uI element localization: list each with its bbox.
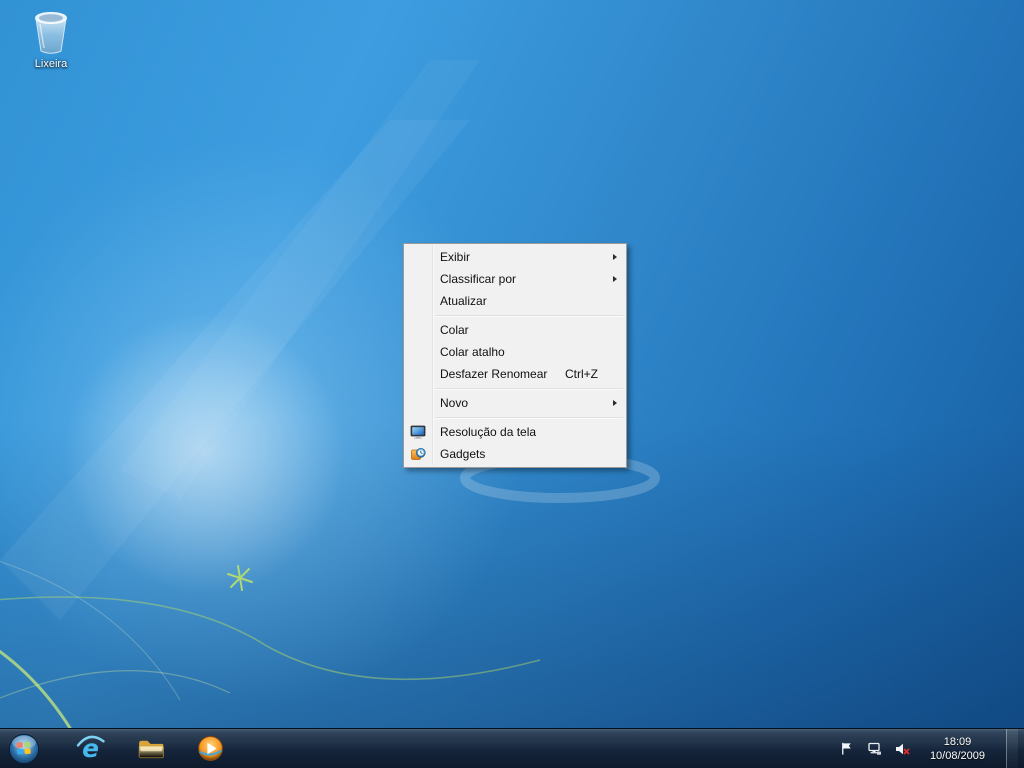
internet-explorer-button[interactable]: e (60, 729, 120, 768)
display-resolution-icon (410, 424, 426, 440)
menu-item-label: Atualizar (440, 294, 487, 308)
desktop[interactable]: Lixeira Exibir Classificar por Atualizar… (0, 0, 1024, 768)
windows-explorer-icon (138, 740, 164, 759)
menu-item-label: Gadgets (440, 447, 486, 461)
submenu-arrow-icon (613, 254, 617, 260)
media-player-icon (197, 736, 223, 761)
menu-item-label: Colar atalho (440, 345, 505, 359)
menu-item-atualizar[interactable]: Atualizar (404, 290, 626, 312)
menu-item-colar[interactable]: Colar (404, 319, 626, 341)
menu-item-label: Novo (440, 396, 469, 410)
internet-explorer-icon: e (76, 734, 105, 763)
menu-separator (435, 388, 623, 389)
recycle-bin-glyph-icon (35, 12, 67, 54)
gadgets-icon (410, 446, 426, 462)
system-tray: 18:09 10/08/2009 (838, 728, 1024, 768)
recycle-bin-label: Lixeira (34, 58, 68, 70)
menu-item-label: Classificar por (440, 272, 517, 286)
menu-item-exibir[interactable]: Exibir (404, 246, 626, 268)
clock-date: 10/08/2009 (929, 749, 985, 762)
menu-separator (435, 417, 623, 418)
menu-item-label: Exibir (440, 250, 471, 264)
submenu-arrow-icon (613, 400, 617, 406)
start-button[interactable] (0, 729, 48, 768)
show-desktop-button[interactable] (1006, 728, 1018, 768)
menu-separator (435, 315, 623, 316)
submenu-arrow-icon (613, 276, 617, 282)
start-orb-icon (8, 733, 40, 764)
menu-item-shortcut: Ctrl+Z (565, 367, 598, 381)
menu-item-colar-atalho[interactable]: Colar atalho (404, 341, 626, 363)
windows-explorer-button[interactable] (120, 729, 180, 768)
taskbar: e 18:09 10/08/2009 (0, 728, 1024, 768)
media-player-button[interactable] (180, 729, 240, 768)
menu-item-classificar-por[interactable]: Classificar por (404, 268, 626, 290)
taskbar-pinned-items: e (60, 729, 240, 768)
taskbar-clock[interactable]: 18:09 10/08/2009 (922, 729, 993, 768)
desktop-context-menu: Exibir Classificar por Atualizar Colar C… (403, 243, 627, 468)
clock-time: 18:09 (943, 735, 972, 748)
menu-item-gadgets[interactable]: Gadgets (404, 443, 626, 465)
menu-item-label: Resolução da tela (440, 425, 537, 439)
action-center-flag-icon[interactable] (838, 740, 855, 757)
menu-item-label: Desfazer Renomear (440, 367, 548, 381)
recycle-bin-icon[interactable]: Lixeira (12, 8, 90, 70)
menu-item-resolucao-da-tela[interactable]: Resolução da tela (404, 421, 626, 443)
network-icon[interactable] (866, 740, 883, 757)
menu-item-desfazer-renomear[interactable]: Desfazer Renomear Ctrl+Z (404, 363, 626, 385)
volume-muted-icon[interactable] (894, 740, 911, 757)
menu-item-novo[interactable]: Novo (404, 392, 626, 414)
menu-item-label: Colar (440, 323, 469, 337)
